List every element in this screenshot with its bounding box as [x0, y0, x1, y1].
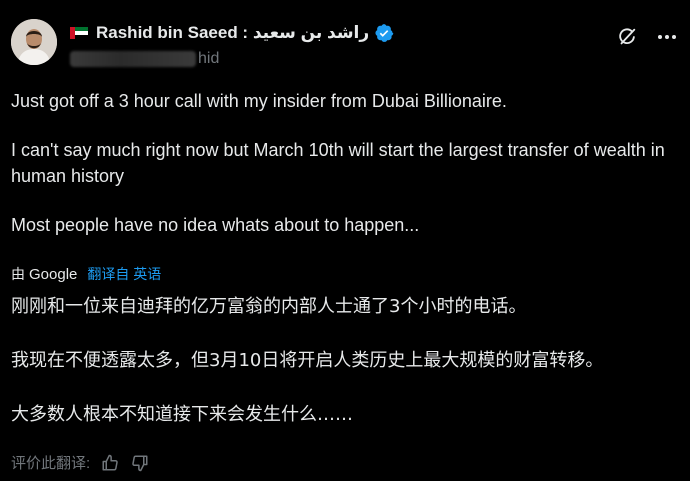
tweet-header: Rashid bin Saeed : راشد بن سعيد hid [70, 22, 680, 72]
handle-row: hid [70, 50, 680, 68]
thumbs-down-icon[interactable] [130, 453, 150, 473]
translated-text: 刚刚和一位来自迪拜的亿万富翁的内部人士通了3个小时的电话。 我现在不便透露太多，… [11, 294, 682, 428]
thumbs-up-icon[interactable] [100, 453, 120, 473]
translated-line-1: 刚刚和一位来自迪拜的亿万富翁的内部人士通了3个小时的电话。 [11, 296, 527, 317]
verified-badge-icon[interactable] [374, 23, 394, 43]
rate-translation-label: 评价此翻译: [11, 455, 91, 472]
redacted-handle [70, 51, 196, 67]
handle-suffix: hid [198, 50, 220, 67]
avatar[interactable] [11, 19, 57, 65]
translated-line-3: 大多数人根本不知道接下来会发生什么…… [11, 404, 353, 425]
google-label: Google [29, 265, 78, 283]
uae-flag-icon [70, 27, 88, 39]
translated-from-link[interactable]: 翻译自 英语 [87, 264, 161, 284]
tweet-line-3: Most people have no idea whats about to … [11, 215, 420, 235]
top-actions [614, 24, 680, 50]
tweet-line-1: Just got off a 3 hour call with my insid… [11, 91, 507, 111]
tweet-line-2: I can't say much right now but March 10t… [11, 140, 665, 186]
tweet-text: Just got off a 3 hour call with my insid… [11, 88, 682, 238]
name-row: Rashid bin Saeed : راشد بن سعيد [70, 22, 680, 44]
rate-translation: 评价此翻译: [11, 452, 150, 473]
grok-icon[interactable] [614, 24, 640, 50]
translated-line-2: 我现在不便透露太多，但3月10日将开启人类历史上最大规模的财富转移。 [11, 350, 604, 371]
avatar-image [11, 19, 57, 65]
translated-by-label: 由 [11, 266, 25, 282]
more-icon[interactable] [654, 24, 680, 50]
display-name[interactable]: Rashid bin Saeed : راشد بن سعيد [96, 23, 369, 43]
translation-attribution: 由 Google 翻译自 英语 [11, 264, 161, 284]
